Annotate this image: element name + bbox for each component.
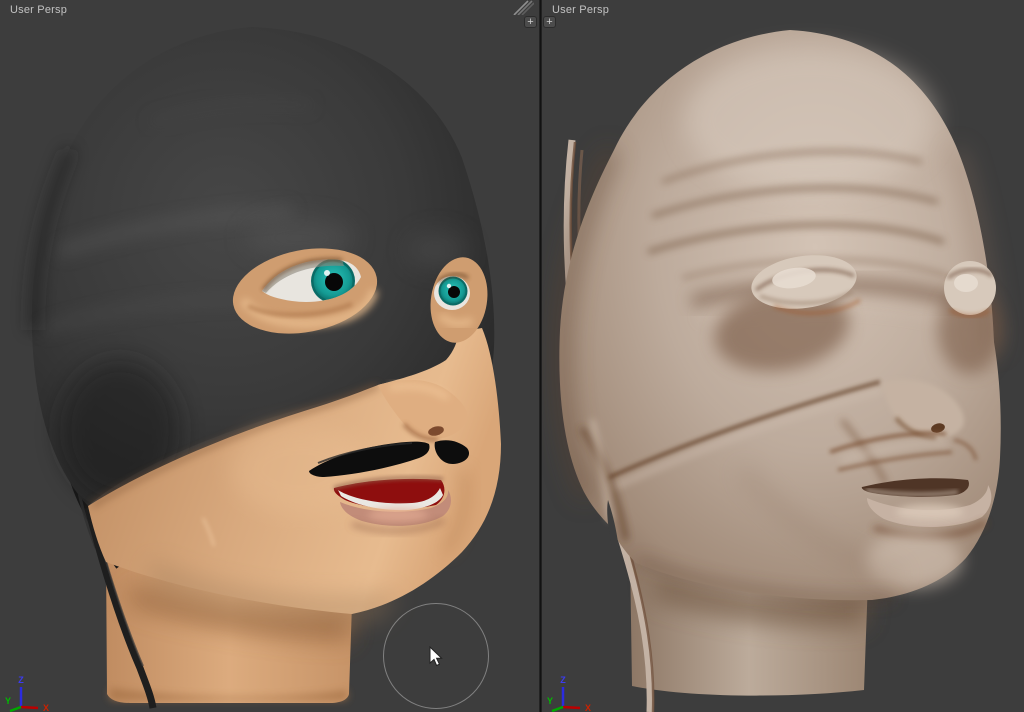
sculpt-head-model[interactable]	[542, 0, 1024, 712]
blender-split-3d-viewport: User Persp Z X Y	[0, 0, 1024, 712]
textured-head-model[interactable]	[0, 0, 539, 712]
viewport-right-sculpt[interactable]: User Persp Z X Y	[542, 0, 1024, 712]
axis-z-label: Z	[560, 675, 566, 685]
viewport-mode-label: User Persp	[10, 4, 67, 16]
sculpt-head	[559, 30, 1002, 600]
axis-y-label: Y	[547, 696, 553, 706]
viewport-left-textured[interactable]: User Persp Z X Y	[0, 0, 539, 712]
expand-header-left-button[interactable]: +	[524, 16, 537, 28]
axis-x-label: X	[585, 703, 591, 712]
viewport-mode-label: User Persp	[552, 4, 609, 16]
area-corner-handle-icon[interactable]	[512, 0, 534, 15]
axis-x-label: X	[43, 703, 49, 712]
axis-y-label: Y	[5, 696, 11, 706]
viewport-divider[interactable]	[539, 0, 542, 712]
axis-z-label: Z	[18, 675, 24, 685]
mouse-cursor-icon	[429, 646, 443, 667]
expand-header-right-button[interactable]: +	[543, 16, 556, 28]
axis-gizmo: Z X Y	[542, 668, 602, 712]
axis-gizmo: Z X Y	[0, 668, 60, 712]
